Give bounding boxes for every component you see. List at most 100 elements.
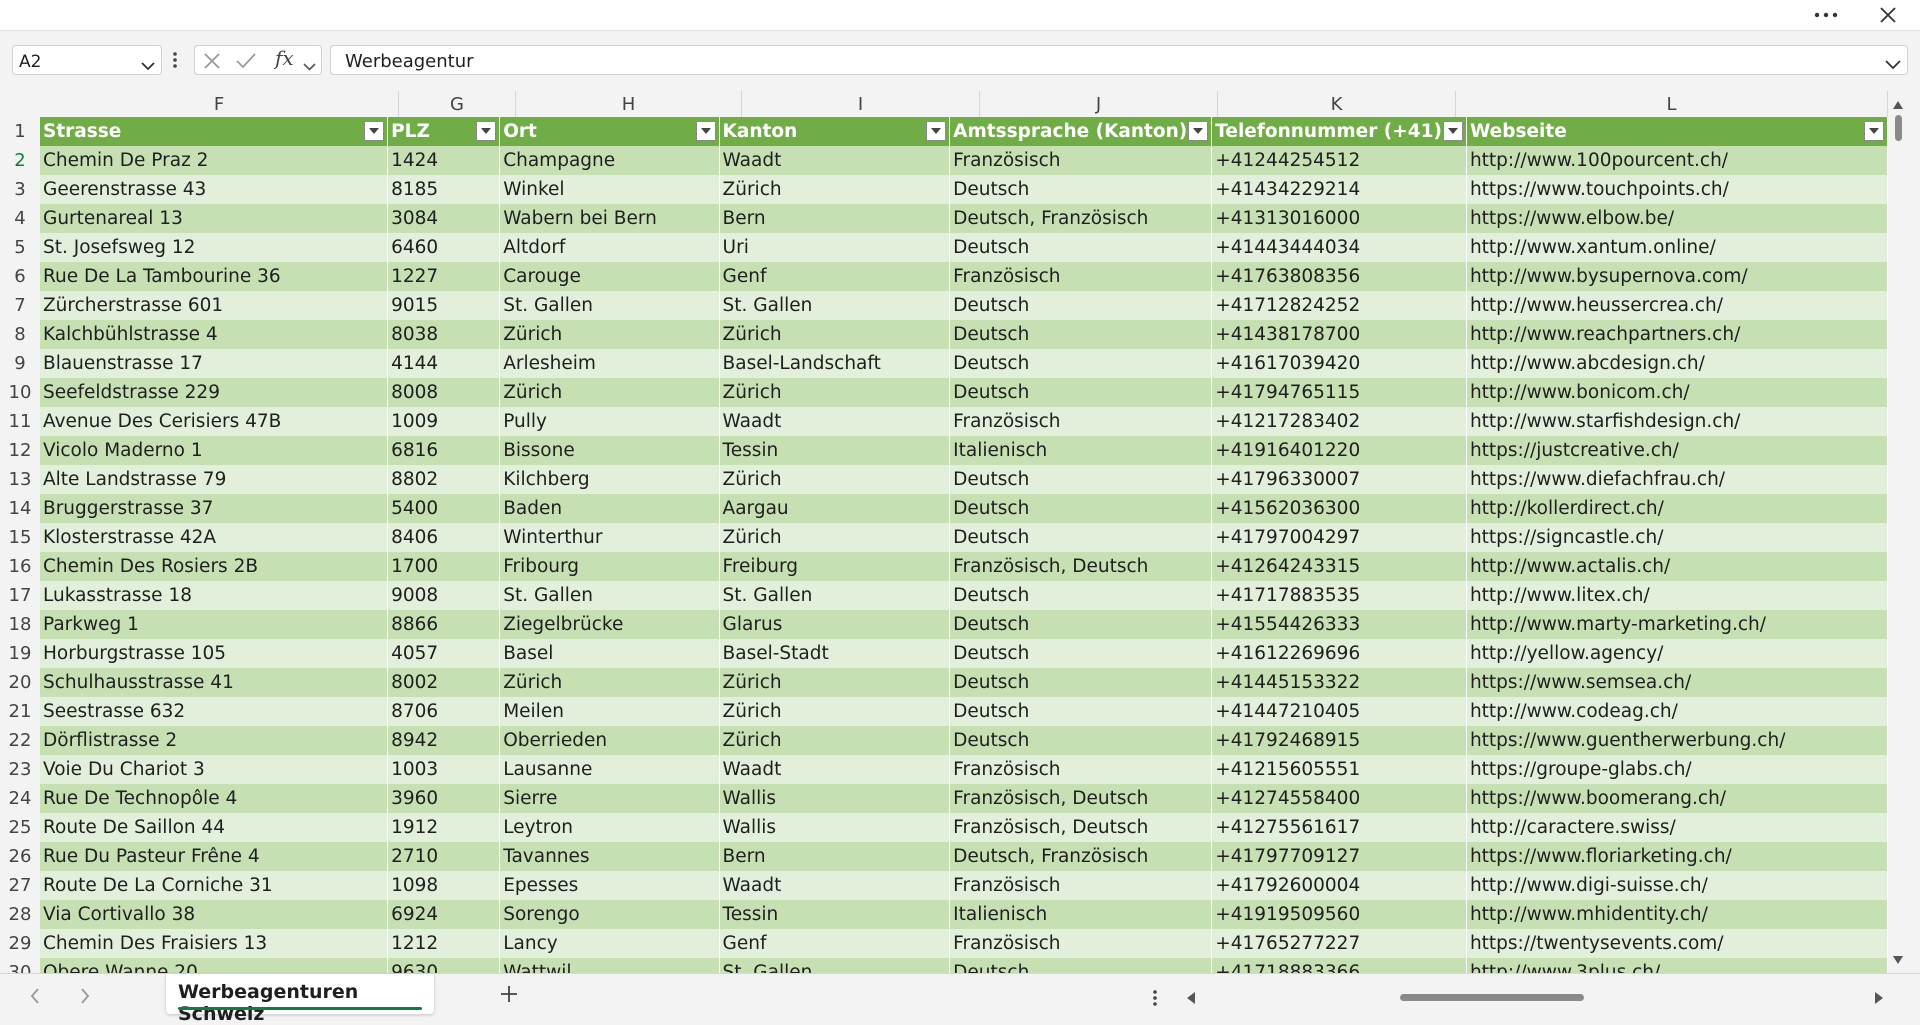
table-cell[interactable]: Schulhausstrasse 41 — [40, 668, 389, 697]
table-cell[interactable]: +41438178700 — [1211, 320, 1467, 349]
table-cell[interactable]: Waadt — [719, 146, 951, 175]
table-cell[interactable]: Uri — [719, 233, 951, 262]
column-header-l[interactable]: L — [1456, 91, 1888, 117]
table-cell[interactable]: Zürich — [719, 175, 951, 204]
filter-dropdown-icon[interactable] — [364, 121, 385, 141]
table-cell[interactable]: +41443444034 — [1211, 233, 1467, 262]
table-cell[interactable]: Deutsch — [949, 726, 1213, 755]
table-cell[interactable]: Deutsch — [949, 581, 1213, 610]
table-cell[interactable]: Oberrieden — [499, 726, 720, 755]
table-cell[interactable]: Tessin — [719, 900, 951, 929]
table-cell[interactable]: +41434229214 — [1211, 175, 1467, 204]
table-cell[interactable]: Italienisch — [949, 900, 1213, 929]
sheet-options-icon[interactable] — [1152, 988, 1158, 1012]
table-cell[interactable]: Route De La Corniche 31 — [40, 871, 389, 900]
table-cell[interactable]: Sorengo — [499, 900, 720, 929]
table-cell[interactable]: 6460 — [387, 233, 501, 262]
table-cell[interactable]: Italienisch — [949, 436, 1213, 465]
table-cell[interactable]: +41712824252 — [1211, 291, 1467, 320]
table-cell[interactable]: http://www.mhidentity.ch/ — [1466, 900, 1888, 929]
table-cell[interactable]: Carouge — [499, 262, 720, 291]
table-cell[interactable]: Genf — [719, 929, 951, 958]
table-cell[interactable]: Deutsch — [949, 610, 1213, 639]
table-cell[interactable]: Baden — [499, 494, 720, 523]
more-options-icon[interactable] — [1806, 0, 1846, 30]
table-cell[interactable]: Rue Du Pasteur Frêne 4 — [40, 842, 389, 871]
row-header[interactable]: 17 — [0, 581, 40, 610]
table-cell[interactable]: 8942 — [387, 726, 501, 755]
scroll-down-icon[interactable] — [1892, 950, 1904, 969]
cancel-icon[interactable] — [203, 52, 221, 74]
table-cell[interactable]: +41612269696 — [1211, 639, 1467, 668]
table-cell[interactable]: Pully — [499, 407, 720, 436]
column-header-f[interactable]: F — [40, 91, 399, 117]
table-cell[interactable]: 8802 — [387, 465, 501, 494]
table-header-cell[interactable]: Telefonnummer (+41) — [1211, 117, 1467, 146]
table-cell[interactable]: Rue De La Tambourine 36 — [40, 262, 389, 291]
column-header-g[interactable]: G — [399, 91, 516, 117]
table-cell[interactable]: 1009 — [387, 407, 501, 436]
table-cell[interactable]: +41797004297 — [1211, 523, 1467, 552]
table-cell[interactable]: +41617039420 — [1211, 349, 1467, 378]
table-cell[interactable]: 8038 — [387, 320, 501, 349]
table-cell[interactable]: 8008 — [387, 378, 501, 407]
row-header[interactable]: 25 — [0, 813, 40, 842]
table-cell[interactable]: 2710 — [387, 842, 501, 871]
filter-dropdown-icon[interactable] — [695, 121, 716, 141]
table-cell[interactable]: 6924 — [387, 900, 501, 929]
table-cell[interactable]: +41447210405 — [1211, 697, 1467, 726]
table-cell[interactable]: +41718883366 — [1211, 958, 1467, 973]
table-cell[interactable]: https://justcreative.ch/ — [1466, 436, 1888, 465]
table-cell[interactable]: St. Gallen — [719, 291, 951, 320]
table-cell[interactable]: https://www.semsea.ch/ — [1466, 668, 1888, 697]
table-cell[interactable]: Zürich — [719, 726, 951, 755]
table-cell[interactable]: Aargau — [719, 494, 951, 523]
table-cell[interactable]: Chemin Des Rosiers 2B — [40, 552, 389, 581]
table-cell[interactable]: Blauenstrasse 17 — [40, 349, 389, 378]
table-cell[interactable]: 6816 — [387, 436, 501, 465]
table-cell[interactable]: Klosterstrasse 42A — [40, 523, 389, 552]
table-cell[interactable]: Deutsch — [949, 958, 1213, 973]
table-cell[interactable]: +41217283402 — [1211, 407, 1467, 436]
table-cell[interactable]: Obere Wanne 20 — [40, 958, 389, 973]
table-cell[interactable]: Kalchbühlstrasse 4 — [40, 320, 389, 349]
table-cell[interactable]: +41919509560 — [1211, 900, 1467, 929]
table-cell[interactable]: +41274558400 — [1211, 784, 1467, 813]
table-cell[interactable]: Deutsch — [949, 349, 1213, 378]
table-cell[interactable]: Ziegelbrücke — [499, 610, 720, 639]
table-cell[interactable]: St. Gallen — [719, 958, 951, 973]
table-cell[interactable]: Lukasstrasse 18 — [40, 581, 389, 610]
table-cell[interactable]: http://www.bysupernova.com/ — [1466, 262, 1888, 291]
table-cell[interactable]: +41763808356 — [1211, 262, 1467, 291]
table-cell[interactable]: http://www.reachpartners.ch/ — [1466, 320, 1888, 349]
chevron-right-icon[interactable] — [80, 988, 90, 1008]
table-cell[interactable]: Winkel — [499, 175, 720, 204]
filter-dropdown-icon[interactable] — [1188, 121, 1209, 141]
scroll-up-icon[interactable] — [1892, 95, 1904, 114]
row-header[interactable]: 28 — [0, 900, 40, 929]
row-header[interactable]: 1 — [0, 117, 40, 146]
row-header[interactable]: 14 — [0, 494, 40, 523]
row-header[interactable]: 11 — [0, 407, 40, 436]
table-cell[interactable]: Wattwil — [499, 958, 720, 973]
table-cell[interactable]: http://www.3plus.ch/ — [1466, 958, 1888, 973]
table-cell[interactable]: Tessin — [719, 436, 951, 465]
table-cell[interactable]: +41215605551 — [1211, 755, 1467, 784]
table-cell[interactable]: Lausanne — [499, 755, 720, 784]
table-cell[interactable]: +41765277227 — [1211, 929, 1467, 958]
table-cell[interactable]: 9630 — [387, 958, 501, 973]
table-cell[interactable]: 1912 — [387, 813, 501, 842]
row-header[interactable]: 24 — [0, 784, 40, 813]
table-cell[interactable]: +41554426333 — [1211, 610, 1467, 639]
column-header-i[interactable]: I — [742, 91, 980, 117]
row-header[interactable]: 10 — [0, 378, 40, 407]
table-cell[interactable]: Deutsch — [949, 175, 1213, 204]
table-cell[interactable]: Deutsch — [949, 523, 1213, 552]
table-cell[interactable]: Deutsch — [949, 639, 1213, 668]
table-cell[interactable]: Route De Saillon 44 — [40, 813, 389, 842]
table-cell[interactable]: http://www.100pourcent.ch/ — [1466, 146, 1888, 175]
table-cell[interactable]: Wallis — [719, 813, 951, 842]
table-cell[interactable]: 8185 — [387, 175, 501, 204]
table-cell[interactable]: Waadt — [719, 871, 951, 900]
table-cell[interactable]: +41717883535 — [1211, 581, 1467, 610]
